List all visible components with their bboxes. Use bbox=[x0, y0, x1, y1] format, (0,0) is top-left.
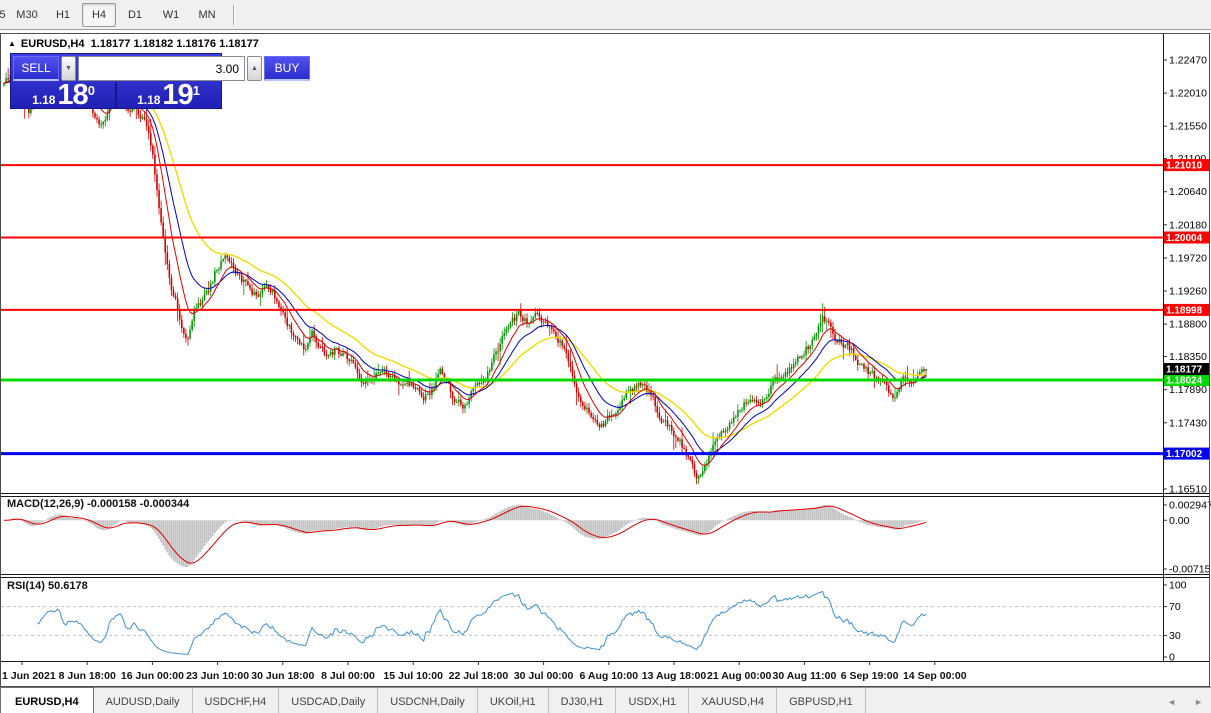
svg-text:14 Sep 00:00: 14 Sep 00:00 bbox=[903, 670, 967, 682]
svg-text:6 Sep 19:00: 6 Sep 19:00 bbox=[841, 670, 899, 682]
chart-tab-eurusd[interactable]: EURUSD,H4 bbox=[0, 687, 94, 713]
chart-ohlc-values: 1.18177 1.18182 1.18176 1.18177 bbox=[91, 38, 259, 50]
buy-price-pip: 1 bbox=[193, 86, 200, 96]
sell-price-prefix: 1.18 bbox=[32, 93, 55, 107]
chart-symbol-title: EURUSD,H4 bbox=[21, 38, 85, 50]
chart-tab-gbpusd[interactable]: GBPUSD,H1 bbox=[777, 688, 866, 713]
chart-window: 1.224701.220101.215501.211001.206401.201… bbox=[0, 33, 1211, 687]
svg-text:1.22470: 1.22470 bbox=[1169, 55, 1207, 67]
chart-tab-bar: EURUSD,H4AUDUSD,DailyUSDCHF,H4USDCAD,Dai… bbox=[0, 687, 1211, 713]
timeframe-button-m30[interactable]: M30 bbox=[10, 3, 44, 27]
svg-text:1.20640: 1.20640 bbox=[1169, 186, 1207, 198]
tab-scroll-nav: ◄ ► bbox=[1167, 688, 1203, 713]
svg-text:30 Jun 18:00: 30 Jun 18:00 bbox=[251, 670, 314, 682]
svg-text:16 Jun 00:00: 16 Jun 00:00 bbox=[121, 670, 184, 682]
chart-tab-usdcnh[interactable]: USDCNH,Daily bbox=[378, 688, 478, 713]
timeframe-button-h1[interactable]: H1 bbox=[46, 3, 80, 27]
svg-text:0.00: 0.00 bbox=[1169, 515, 1190, 527]
volume-increase-button[interactable]: ▲ bbox=[247, 56, 262, 81]
svg-text:-0.007151: -0.007151 bbox=[1169, 564, 1211, 576]
svg-text:21 Aug 00:00: 21 Aug 00:00 bbox=[707, 670, 772, 682]
svg-text:1 Jun 2021: 1 Jun 2021 bbox=[2, 670, 56, 682]
svg-text:13 Aug 18:00: 13 Aug 18:00 bbox=[642, 670, 707, 682]
svg-text:1.19720: 1.19720 bbox=[1169, 252, 1207, 264]
chart-tab-dj30[interactable]: DJ30,H1 bbox=[549, 688, 617, 713]
svg-text:15 Jul 10:00: 15 Jul 10:00 bbox=[383, 670, 443, 682]
sell-price-big: 18 bbox=[57, 83, 87, 107]
svg-text:30 Jul 00:00: 30 Jul 00:00 bbox=[514, 670, 574, 682]
volume-input[interactable] bbox=[78, 56, 245, 81]
chart-tab-usdchf[interactable]: USDCHF,H4 bbox=[193, 688, 280, 713]
price-divider bbox=[115, 82, 117, 108]
chart-tab-usdx[interactable]: USDX,H1 bbox=[616, 688, 689, 713]
svg-text:1.19260: 1.19260 bbox=[1169, 286, 1207, 298]
timeframe-button-5[interactable]: 5 bbox=[0, 3, 8, 27]
rsi-indicator-label: RSI(14) 50.6178 bbox=[7, 580, 88, 592]
sell-price-pip: 0 bbox=[88, 86, 95, 96]
chart-canvas[interactable]: 1.224701.220101.215501.211001.206401.201… bbox=[0, 33, 1211, 687]
buy-price-big: 19 bbox=[162, 83, 192, 107]
timeframe-button-mn[interactable]: MN bbox=[190, 3, 224, 27]
svg-text:23 Jun 10:00: 23 Jun 10:00 bbox=[186, 670, 249, 682]
chart-tab-xauusd[interactable]: XAUUSD,H4 bbox=[689, 688, 777, 713]
chart-tab-ukoil[interactable]: UKOil,H1 bbox=[478, 688, 549, 713]
toolbar-group-separator bbox=[233, 5, 235, 25]
sell-price-display[interactable]: 1.18 18 0 bbox=[13, 82, 114, 108]
svg-text:1.17002: 1.17002 bbox=[1166, 449, 1203, 460]
macd-indicator-label: MACD(12,26,9) -0.000158 -0.000344 bbox=[7, 498, 189, 510]
chart-header: ▲ EURUSD,H4 1.18177 1.18182 1.18176 1.181… bbox=[8, 38, 259, 50]
svg-text:22 Jul 18:00: 22 Jul 18:00 bbox=[449, 670, 509, 682]
svg-text:1.17430: 1.17430 bbox=[1169, 417, 1207, 429]
volume-decrease-button[interactable]: ▼ bbox=[61, 56, 76, 81]
chart-tab-audusd[interactable]: AUDUSD,Daily bbox=[94, 688, 193, 713]
time-axis: 1 Jun 20218 Jun 18:00 16 Jun 00:0023 Jun … bbox=[2, 662, 967, 682]
svg-text:1.18800: 1.18800 bbox=[1169, 319, 1207, 331]
svg-text:1.18177: 1.18177 bbox=[1166, 365, 1203, 376]
svg-text:8 Jun 18:00: 8 Jun 18:00 bbox=[59, 670, 116, 682]
chart-tab-usdcad[interactable]: USDCAD,Daily bbox=[279, 688, 378, 713]
sell-button[interactable]: SELL bbox=[13, 56, 59, 81]
svg-text:0.002947: 0.002947 bbox=[1169, 500, 1211, 512]
svg-text:1.20004: 1.20004 bbox=[1166, 233, 1203, 244]
svg-text:70: 70 bbox=[1169, 601, 1181, 613]
tab-scroll-left-icon[interactable]: ◄ bbox=[1167, 697, 1176, 707]
timeframe-button-d1[interactable]: D1 bbox=[118, 3, 152, 27]
buy-price-prefix: 1.18 bbox=[137, 93, 160, 107]
svg-text:1.21550: 1.21550 bbox=[1169, 121, 1207, 133]
collapse-triangle-icon[interactable]: ▲ bbox=[8, 39, 16, 48]
chart-plot-area[interactable] bbox=[1, 34, 1163, 661]
svg-text:6 Aug 10:00: 6 Aug 10:00 bbox=[580, 670, 639, 682]
svg-text:1.18024: 1.18024 bbox=[1166, 376, 1203, 387]
timeframe-toolbar: 5M30H1H4D1W1MN bbox=[0, 0, 1211, 29]
svg-text:1.18350: 1.18350 bbox=[1169, 351, 1207, 363]
svg-text:30: 30 bbox=[1169, 630, 1181, 642]
svg-text:30 Aug 11:00: 30 Aug 11:00 bbox=[772, 670, 836, 682]
svg-text:1.20180: 1.20180 bbox=[1169, 219, 1207, 231]
svg-text:1.21010: 1.21010 bbox=[1166, 161, 1203, 172]
svg-text:1.18998: 1.18998 bbox=[1166, 305, 1203, 316]
buy-button[interactable]: BUY bbox=[264, 56, 310, 81]
buy-price-display[interactable]: 1.18 19 1 bbox=[118, 82, 219, 108]
timeframe-button-w1[interactable]: W1 bbox=[154, 3, 188, 27]
tab-scroll-right-icon[interactable]: ► bbox=[1194, 697, 1203, 707]
timeframe-button-h4[interactable]: H4 bbox=[82, 3, 116, 27]
one-click-trading-panel: SELL ▼ ▲ BUY 1.18 18 0 1.18 19 1 bbox=[10, 53, 222, 109]
price-axis: 1.224701.220101.215501.211001.206401.201… bbox=[1163, 55, 1211, 664]
svg-text:8 Jul 00:00: 8 Jul 00:00 bbox=[321, 670, 375, 682]
svg-text:100: 100 bbox=[1169, 580, 1187, 592]
svg-text:1.22010: 1.22010 bbox=[1169, 88, 1207, 100]
